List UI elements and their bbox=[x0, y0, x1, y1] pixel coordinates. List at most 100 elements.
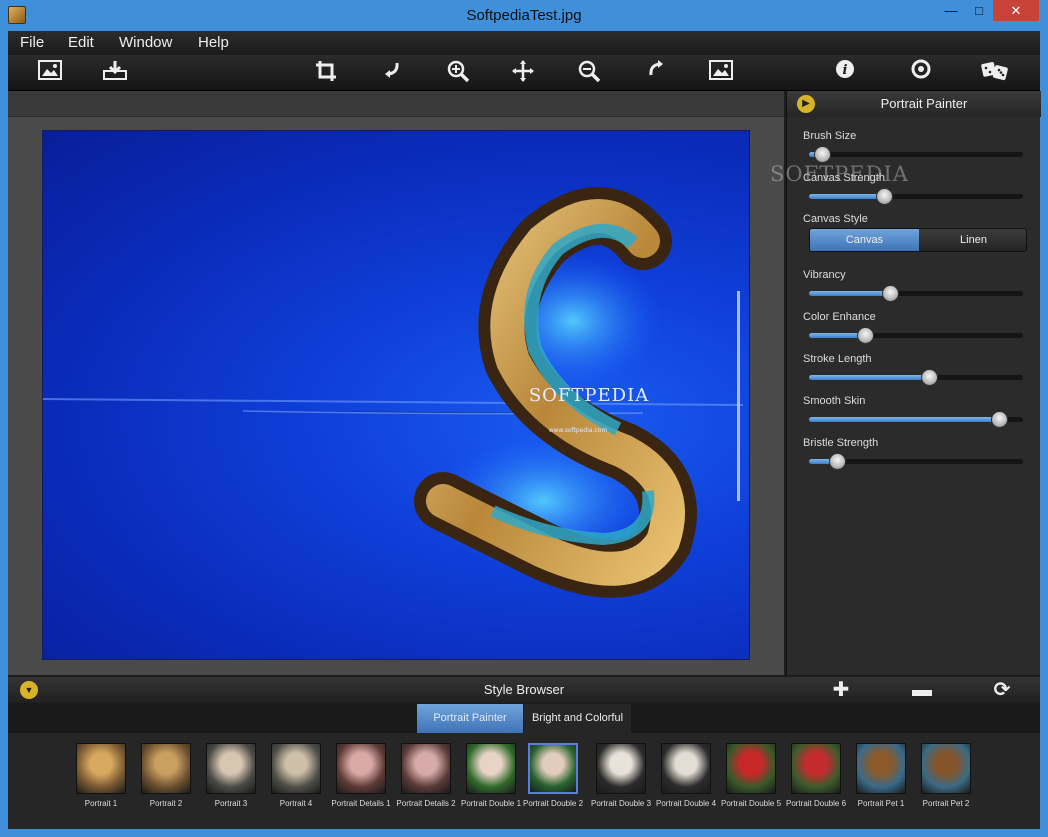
style-thumbnail[interactable] bbox=[401, 743, 451, 794]
slider-track[interactable] bbox=[809, 369, 1023, 386]
style-thumbnail[interactable] bbox=[528, 743, 578, 794]
open-image-button[interactable] bbox=[35, 59, 65, 87]
style-thumbnail[interactable] bbox=[726, 743, 776, 794]
app-client: File Edit Window Help i SOFTPEDIA www.so… bbox=[8, 31, 1041, 829]
slider-track[interactable] bbox=[809, 327, 1023, 344]
slider-track[interactable] bbox=[809, 188, 1023, 205]
style-thumbnail[interactable] bbox=[76, 743, 126, 794]
style-thumbnail[interactable] bbox=[856, 743, 906, 794]
rotate-left-icon bbox=[385, 62, 399, 78]
photo-artwork: SOFTPEDIA www.softpedia.com bbox=[43, 187, 744, 598]
maximize-button[interactable]: □ bbox=[966, 0, 992, 21]
style-thumbnail[interactable] bbox=[206, 743, 256, 794]
menu-window[interactable]: Window bbox=[119, 34, 172, 51]
menu-edit[interactable]: Edit bbox=[68, 34, 94, 51]
app-window: SoftpediaTest.jpg — □ ✕ File Edit Window… bbox=[0, 0, 1048, 837]
slider-fill bbox=[809, 375, 929, 380]
panel-title: Portrait Painter bbox=[880, 96, 968, 111]
random-dice-icon bbox=[981, 62, 1008, 81]
fit-image-icon bbox=[709, 60, 733, 80]
slider-label: Color Enhance bbox=[803, 311, 876, 323]
canvas-style-linen[interactable]: Linen bbox=[919, 229, 1026, 251]
slider-fill bbox=[809, 194, 884, 199]
slider-knob[interactable] bbox=[856, 327, 874, 344]
style-thumbnail[interactable] bbox=[141, 743, 191, 794]
style-browser: ▼ Style Browser ✚ ▬ ⟳ Portrait Painter B… bbox=[8, 677, 1040, 829]
slider-label: Vibrancy bbox=[803, 269, 846, 281]
style-thumbnail[interactable] bbox=[336, 743, 386, 794]
remove-style-button[interactable]: ▬ bbox=[910, 679, 934, 701]
slider-knob[interactable] bbox=[991, 411, 1009, 428]
fit-image-button[interactable] bbox=[706, 59, 736, 87]
slider-fill bbox=[809, 291, 891, 296]
rotate-right-button[interactable] bbox=[641, 59, 671, 87]
style-tabs: Portrait Painter Bright and Colorful bbox=[8, 703, 1040, 733]
style-browser-header: ▼ Style Browser ✚ ▬ ⟳ bbox=[8, 677, 1040, 703]
slider-track[interactable] bbox=[809, 285, 1023, 302]
pan-button[interactable] bbox=[508, 59, 538, 87]
close-button[interactable]: ✕ bbox=[993, 0, 1039, 21]
tab-bright-and-colorful[interactable]: Bright and Colorful bbox=[524, 704, 631, 733]
style-thumbnails: Portrait 1 Portrait 2 Portrait 3 Portrait 4… bbox=[8, 733, 1040, 829]
random-button[interactable] bbox=[980, 59, 1010, 87]
title-bar[interactable]: SoftpediaTest.jpg — □ ✕ bbox=[0, 0, 1048, 31]
tab-portrait-painter[interactable]: Portrait Painter bbox=[417, 704, 523, 733]
slider-label: Brush Size bbox=[803, 130, 857, 142]
rotate-right-icon bbox=[649, 60, 663, 76]
slider-knob[interactable] bbox=[828, 453, 846, 470]
canvas-style-canvas[interactable]: Canvas bbox=[810, 229, 919, 251]
style-thumbnail-label: Portrait Pet 2 bbox=[922, 799, 970, 808]
menu-help[interactable]: Help bbox=[198, 34, 229, 51]
settings-button[interactable] bbox=[906, 59, 936, 87]
info-button[interactable]: i bbox=[830, 59, 860, 87]
style-thumbnail[interactable] bbox=[921, 743, 971, 794]
rotate-left-button[interactable] bbox=[377, 59, 407, 87]
photo-logo-url: www.softpedia.com bbox=[549, 427, 608, 434]
crop-icon bbox=[316, 61, 336, 81]
save-button[interactable] bbox=[100, 59, 130, 87]
style-thumbnail[interactable] bbox=[271, 743, 321, 794]
zoom-out-button[interactable] bbox=[574, 59, 604, 87]
reset-style-button[interactable]: ⟳ bbox=[990, 679, 1014, 701]
pan-icon bbox=[512, 60, 534, 82]
slider-label: Bristle Strength bbox=[803, 437, 879, 449]
crop-button[interactable] bbox=[311, 59, 341, 87]
slider-label: Stroke Length bbox=[803, 353, 872, 365]
slider-knob[interactable] bbox=[920, 369, 938, 386]
add-style-button[interactable]: ✚ bbox=[829, 679, 853, 701]
slider-label: Smooth Skin bbox=[803, 395, 866, 407]
window-title: SoftpediaTest.jpg bbox=[466, 7, 582, 24]
info-icon: i bbox=[836, 60, 854, 78]
slider-track[interactable] bbox=[809, 453, 1023, 470]
canvas-style-label: Canvas Style bbox=[803, 213, 868, 225]
panel-header: ▶ Portrait Painter bbox=[787, 91, 1041, 117]
slider-track[interactable] bbox=[809, 146, 1023, 163]
slider-knob[interactable] bbox=[813, 146, 831, 163]
toolbar: i bbox=[8, 55, 1040, 91]
style-thumbnail[interactable] bbox=[596, 743, 646, 794]
style-thumbnail[interactable] bbox=[791, 743, 841, 794]
canvas-area[interactable]: SOFTPEDIA www.softpedia.com bbox=[8, 117, 784, 675]
save-icon bbox=[103, 61, 127, 80]
options-strip bbox=[8, 91, 784, 117]
style-browser-title: Style Browser bbox=[483, 682, 565, 697]
svg-text:i: i bbox=[843, 63, 848, 78]
zoom-in-icon bbox=[447, 60, 470, 83]
softpedia-watermark: SOFTPEDIA bbox=[770, 162, 909, 186]
slider-fill bbox=[809, 417, 1000, 422]
open-image-icon bbox=[38, 60, 62, 80]
settings-icon bbox=[911, 59, 931, 79]
menu-file[interactable]: File bbox=[20, 34, 44, 51]
style-thumbnail[interactable] bbox=[661, 743, 711, 794]
minimize-button[interactable]: — bbox=[938, 0, 964, 21]
slider-knob[interactable] bbox=[875, 188, 893, 205]
slider-knob[interactable] bbox=[882, 285, 900, 302]
photo-preview[interactable]: SOFTPEDIA www.softpedia.com bbox=[42, 130, 750, 660]
zoom-in-button[interactable] bbox=[443, 59, 473, 87]
zoom-out-icon bbox=[578, 60, 601, 83]
style-thumbnail[interactable] bbox=[466, 743, 516, 794]
slider-track[interactable] bbox=[809, 411, 1023, 428]
menu-bar: File Edit Window Help bbox=[8, 31, 1040, 55]
canvas-style-selector: Canvas Linen bbox=[809, 228, 1027, 252]
photo-logo-text: SOFTPEDIA bbox=[529, 385, 649, 406]
